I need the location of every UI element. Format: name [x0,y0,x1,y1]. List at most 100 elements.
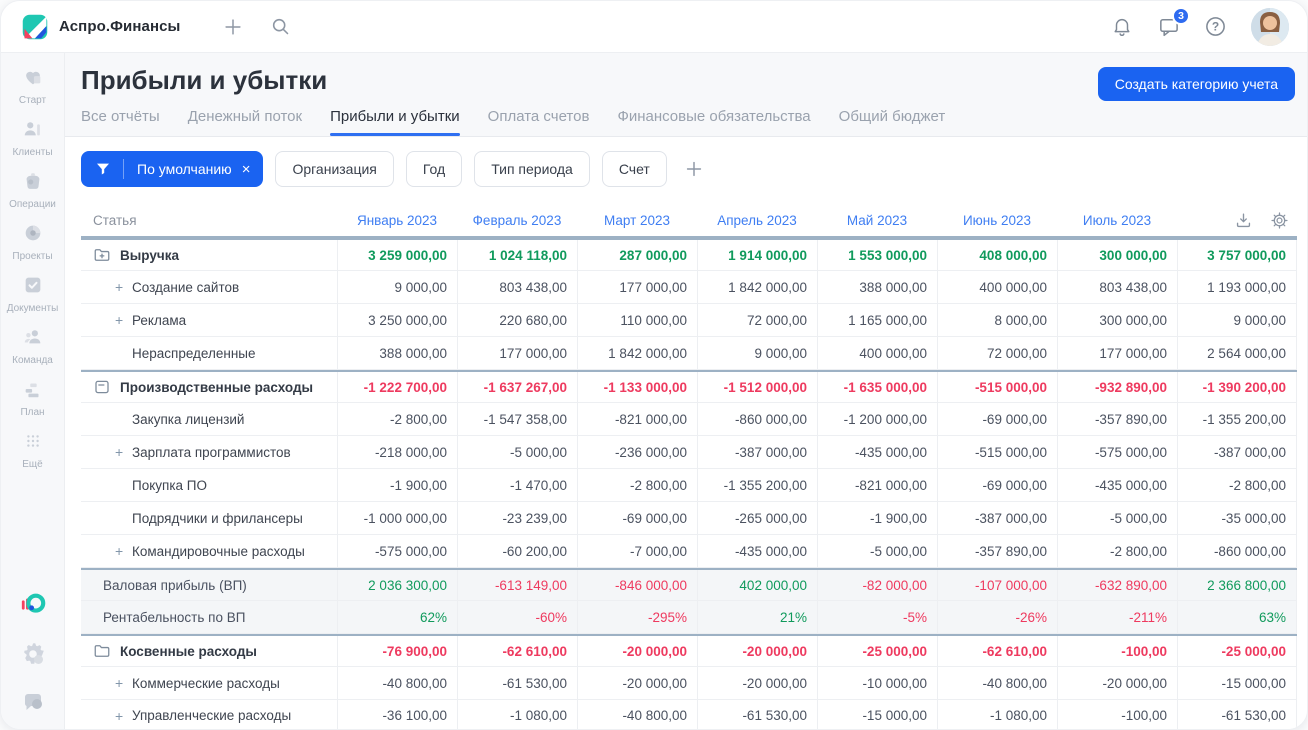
tab-3[interactable]: Прибыли и убытки [330,108,460,136]
filter-button-4[interactable]: Счет [601,151,667,187]
cell-value: -357 890,00 [937,535,1057,567]
table-row[interactable]: + Командировочные расходы -575 000,00 -60 2… [81,535,1297,568]
table-row[interactable]: + Реклама 3 250 000,00 220 680,00 110 000,00… [81,304,1297,337]
row-label: + Зарплата программистов [81,436,337,468]
support-chat-icon[interactable] [21,690,45,714]
cell-value: 402 000,00 [697,570,817,600]
row-label: + Создание сайтов [81,271,337,303]
cell-value: -20 000,00 [697,667,817,699]
main-content: Прибыли и убытки Создать категорию учета… [65,53,1307,729]
add-filter-icon[interactable] [683,158,705,180]
sidebar-item-7[interactable]: План [1,378,65,418]
expand-plus-icon[interactable]: + [115,675,132,691]
report-tabs: Все отчёты Денежный поток Прибыли и убытки… [81,108,1295,136]
column-header-month-5[interactable]: Май 2023 [817,213,937,228]
row-label: + Коммерческие расходы [81,667,337,699]
sidebar-item-4[interactable]: Проекты [1,222,65,262]
sidebar-item-label: План [20,407,45,418]
filter-button-2[interactable]: Год [405,151,463,187]
expand-plus-icon[interactable]: + [115,708,132,724]
search-icon[interactable] [270,16,291,37]
table-row[interactable]: Покупка ПО -1 900,00 -1 470,00 -2 800,00 -1 … [81,469,1297,502]
table-row[interactable]: + Управленческие расходы -36 100,00 -1 080,… [81,700,1297,729]
cell-value: 408 000,00 [937,240,1057,270]
cell-value: -76 900,00 [337,636,457,666]
tab-5[interactable]: Финансовые обязательства [617,108,810,136]
sidebar-item-2[interactable]: Клиенты [1,118,65,158]
add-button[interactable] [222,16,244,38]
row-label-text: Косвенные расходы [120,643,257,659]
create-category-button[interactable]: Создать категорию учета [1097,67,1295,101]
page-title: Прибыли и убытки [81,65,328,95]
cell-value: -211% [1057,601,1177,633]
cell-value: 388 000,00 [337,337,457,369]
cell-value: -2 800,00 [577,469,697,501]
cell-value: -218 000,00 [337,436,457,468]
table-row[interactable]: + Коммерческие расходы -40 800,00 -61 530,0… [81,667,1297,700]
sidebar-item-5[interactable]: Документы [1,274,65,314]
cell-value: 1 165 000,00 [817,304,937,336]
sidebar-item-6[interactable]: Команда [1,326,65,366]
expand-plus-icon[interactable]: + [115,279,132,295]
cell-value: 9 000,00 [337,271,457,303]
table-row[interactable]: + Создание сайтов 9 000,00 803 438,00 177 00… [81,271,1297,304]
cell-value: -1 635 000,00 [817,372,937,402]
user-avatar[interactable] [1251,7,1289,46]
filter-button-1[interactable]: Организация [275,151,394,187]
row-label: Рентабельность по ВП [81,601,337,633]
tab-1[interactable]: Все отчёты [81,108,160,136]
expand-plus-icon[interactable]: + [115,543,132,559]
column-header-month-3[interactable]: Март 2023 [577,213,697,228]
cell-value: -1 512 000,00 [697,372,817,402]
active-filter-pill[interactable]: По умолчанию × [81,151,264,187]
download-icon[interactable] [1234,211,1253,230]
gear-icon[interactable] [1270,211,1289,230]
table-row[interactable]: Выручка 3 259 000,00 1 024 118,00 287 000,0… [81,238,1297,271]
notifications-bell-icon[interactable] [1111,16,1133,38]
table-row[interactable]: Производственные расходы -1 222 700,00 -1 … [81,370,1297,403]
cell-value: -1 355 200,00 [1177,403,1297,435]
cell-value: -7 000,00 [577,535,697,567]
clear-filter-icon[interactable]: × [238,161,264,178]
cell-value: 72 000,00 [937,337,1057,369]
cell-value: -23 239,00 [457,502,577,534]
tab-4[interactable]: Оплата счетов [488,108,590,136]
sidebar-item-3[interactable]: Операции [1,170,65,210]
cell-value: 803 438,00 [1057,271,1177,303]
messages-icon[interactable]: 3 [1157,7,1190,38]
folder-icon[interactable] [93,642,111,660]
row-label-text: Валовая прибыль (ВП) [103,577,247,593]
cell-value: -821 000,00 [817,469,937,501]
table-row[interactable]: Закупка лицензий -2 800,00 -1 547 358,00 -8… [81,403,1297,436]
cell-value: -40 800,00 [937,667,1057,699]
table-row[interactable]: + Зарплата программистов -218 000,00 -5 000… [81,436,1297,469]
sidebar-item-8[interactable]: Ещё [1,430,65,470]
cell-value: -2 800,00 [337,403,457,435]
cell-value: 1 842 000,00 [577,337,697,369]
table-row[interactable]: Нераспределенные 388 000,00 177 000,00 1 84… [81,337,1297,370]
expand-plus-icon[interactable]: + [115,444,132,460]
cell-value: -69 000,00 [937,403,1057,435]
table-row[interactable]: Косвенные расходы -76 900,00 -62 610,00 -20… [81,634,1297,667]
table-row[interactable]: Подрядчики и фрилансеры -1 000 000,00 -23 … [81,502,1297,535]
column-header-month-7[interactable]: Июль 2023 [1057,213,1177,228]
tab-2[interactable]: Денежный поток [188,108,302,136]
filter-button-3[interactable]: Тип периода [474,151,590,187]
expand-plus-icon[interactable]: + [115,312,132,328]
box-minus-icon[interactable] [93,378,111,396]
column-header-month-1[interactable]: Январь 2023 [337,213,457,228]
column-header-month-4[interactable]: Апрель 2023 [697,213,817,228]
column-header-month-2[interactable]: Февраль 2023 [457,213,577,228]
aspro-portal-logo-icon[interactable] [20,592,46,618]
cell-value: 177 000,00 [1057,337,1177,369]
tab-6[interactable]: Общий бюджет [839,108,946,136]
help-icon[interactable]: ? [1204,15,1227,38]
cell-value: -60% [457,601,577,633]
folder-plus-icon[interactable] [93,246,111,264]
column-header-month-6[interactable]: Июнь 2023 [937,213,1057,228]
settings-gear-icon[interactable] [21,642,45,666]
row-label: + Командировочные расходы [81,535,337,567]
sidebar-item-1[interactable]: Старт [1,66,65,106]
brand[interactable]: Аспро.Финансы [21,13,180,41]
cell-value: -357 890,00 [1057,403,1177,435]
